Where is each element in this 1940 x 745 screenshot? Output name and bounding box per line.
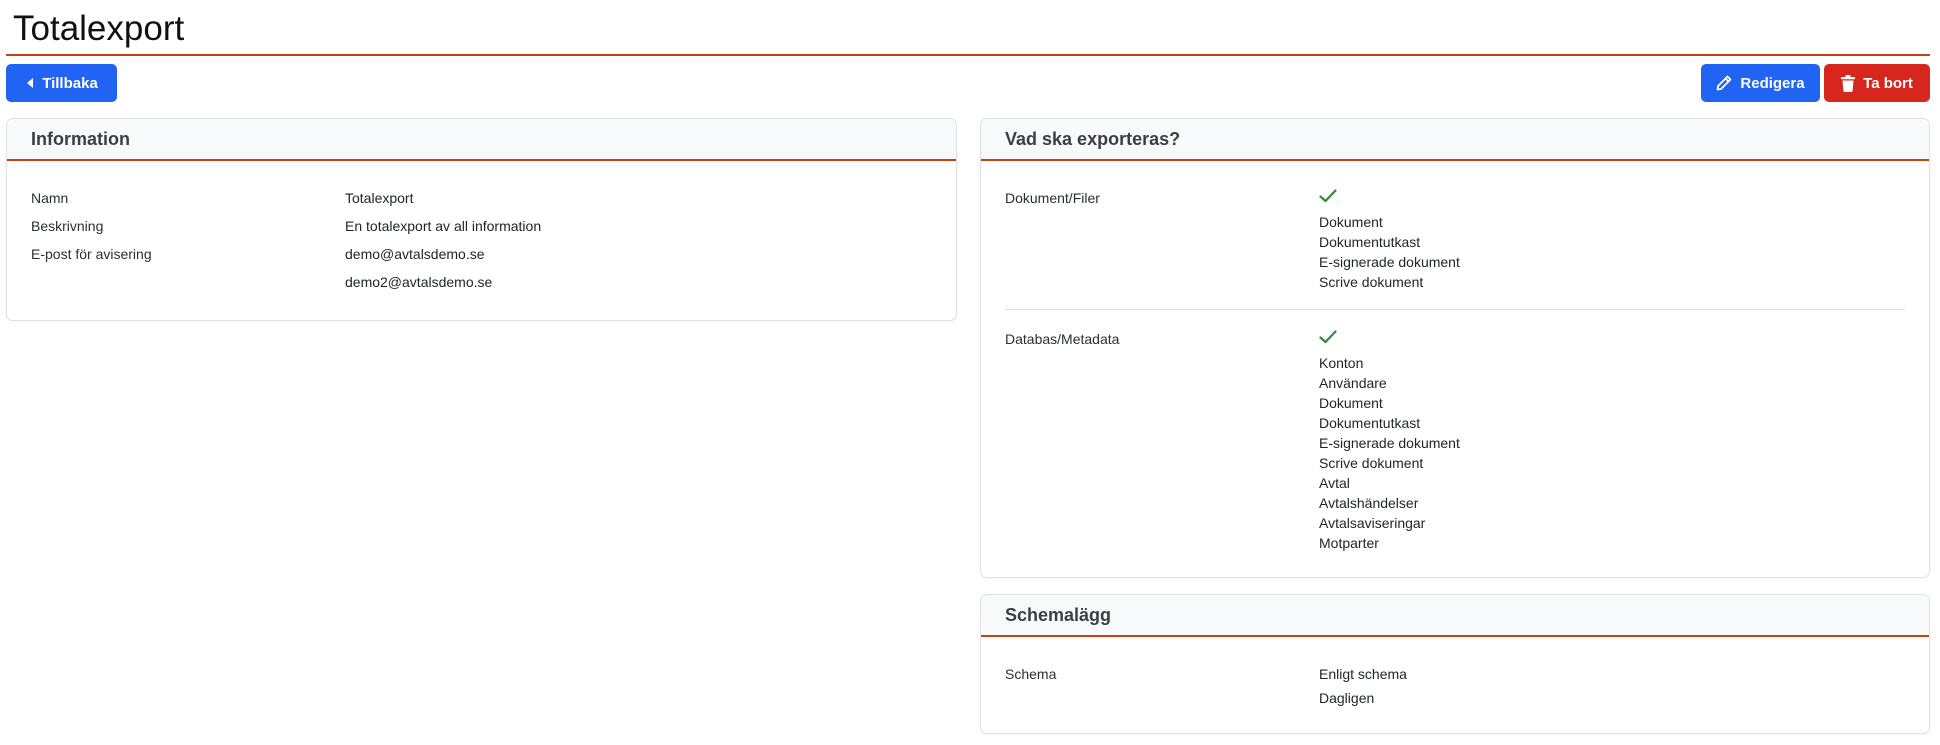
export-item: Scrive dokument: [1319, 455, 1424, 471]
notification-email-value: demo2@avtalsdemo.se: [345, 274, 493, 290]
export-item: Användare: [1319, 375, 1387, 391]
export-item: Dokumentutkast: [1319, 415, 1421, 431]
edit-button-label: Redigera: [1740, 74, 1805, 92]
check-icon: [1319, 330, 1337, 349]
back-button-label: Tillbaka: [42, 74, 98, 92]
description-value: En totalexport av all information: [345, 218, 542, 234]
export-card-header: Vad ska exporteras?: [981, 119, 1929, 161]
export-item: Dokument: [1319, 395, 1383, 411]
export-item: Dokumentutkast: [1319, 234, 1421, 250]
edit-button[interactable]: Redigera: [1701, 64, 1820, 102]
schedule-label: Schema: [1005, 666, 1057, 682]
export-item: E-signerade dokument: [1319, 435, 1460, 451]
schedule-value: Enligt schema: [1319, 666, 1407, 682]
check-icon: [1319, 189, 1337, 208]
schedule-frequency-value: Dagligen: [1319, 690, 1375, 706]
information-card-title: Information: [31, 129, 130, 149]
export-card-title: Vad ska exporteras?: [1005, 129, 1181, 149]
database-metadata-label: Databas/Metadata: [1005, 331, 1120, 347]
pencil-icon: [1716, 75, 1732, 91]
back-button[interactable]: Tillbaka: [6, 64, 117, 102]
export-item: Avtal: [1319, 475, 1350, 491]
title-divider: [6, 54, 1930, 56]
export-item: Scrive dokument: [1319, 274, 1424, 290]
delete-button[interactable]: Ta bort: [1824, 64, 1930, 102]
export-card: Vad ska exporteras? Dokument/Filer Dokum…: [980, 118, 1930, 578]
description-label: Beskrivning: [31, 218, 104, 234]
notification-email-value: demo@avtalsdemo.se: [345, 246, 485, 262]
caret-left-icon: [25, 77, 34, 89]
documents-files-label: Dokument/Filer: [1005, 190, 1100, 206]
export-item: Avtalshändelser: [1319, 495, 1419, 511]
schedule-card-title: Schemalägg: [1005, 605, 1112, 625]
notification-email-label: E-post för avisering: [31, 246, 152, 262]
name-value: Totalexport: [345, 190, 414, 206]
trash-icon: [1841, 74, 1856, 92]
information-card: Information Namn Totalexport Beskrivning…: [6, 118, 957, 321]
schedule-card-header: Schemalägg: [981, 595, 1929, 637]
schedule-card: Schemalägg Schema Enligt schema Dagligen: [980, 594, 1930, 734]
group-divider: [1005, 309, 1905, 310]
export-item: Dokument: [1319, 214, 1383, 230]
export-item: Motparter: [1319, 535, 1379, 551]
information-card-header: Information: [7, 119, 956, 161]
export-item: E-signerade dokument: [1319, 254, 1460, 270]
export-item: Konton: [1319, 355, 1364, 371]
name-label: Namn: [31, 190, 69, 206]
page-title: Totalexport: [13, 9, 185, 48]
export-item: Avtalsaviseringar: [1319, 515, 1426, 531]
delete-button-label: Ta bort: [1863, 74, 1913, 92]
